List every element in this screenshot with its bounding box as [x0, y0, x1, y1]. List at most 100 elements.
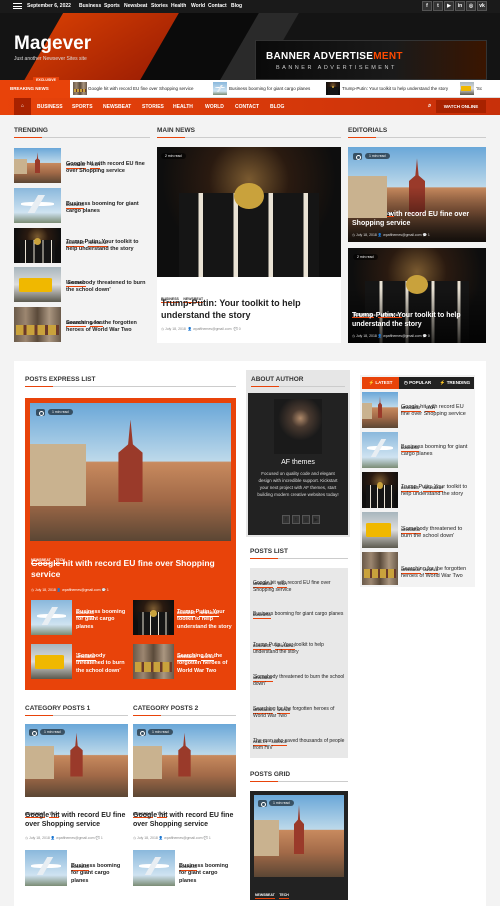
top-link-newsbeat[interactable]: Newsbeat	[124, 3, 147, 9]
express-image[interactable]	[30, 403, 231, 541]
post-author[interactable]: wpafthemes@gmail.com	[62, 588, 100, 592]
trending-thumb[interactable]	[14, 267, 61, 302]
top-link-sports[interactable]: Sports	[104, 3, 120, 9]
comment-count[interactable]: 0	[239, 327, 241, 331]
nav-item-contact[interactable]: CONTACT	[235, 104, 259, 110]
post-list-item[interactable]: The man who saved thousands of people fr…	[253, 738, 345, 752]
breaking-item[interactable]: 'Sc	[476, 86, 482, 91]
trending-item-title[interactable]: Business booming for giant cargo planes	[66, 201, 150, 216]
nav-item-business[interactable]: BUSINESS	[37, 104, 63, 110]
posts-grid-image[interactable]	[254, 795, 344, 877]
tab-list-title[interactable]: 'Somebody threatened to burn the school …	[401, 526, 473, 541]
express-thumb[interactable]	[133, 644, 174, 679]
author-avatar[interactable]	[274, 399, 322, 454]
post-author[interactable]: wpafthemes@gmail.com	[383, 233, 421, 237]
top-link-world[interactable]: World	[191, 3, 205, 9]
tab-list-thumb[interactable]	[362, 512, 398, 548]
tag[interactable]: NEWSBEAT	[255, 893, 275, 899]
tag[interactable]: TECH	[279, 893, 289, 899]
breaking-thumb[interactable]	[73, 82, 87, 95]
post-list-item[interactable]: 'Somebody threatened to burn the school …	[253, 674, 345, 688]
trending-item-title[interactable]: Searching for the forgotten heroes of Wo…	[66, 320, 150, 335]
nav-item-sports[interactable]: SPORTS	[72, 104, 93, 110]
post-author[interactable]: wpafthemes@gmail.com	[56, 836, 94, 840]
author-name[interactable]: AF themes	[248, 459, 348, 466]
express-thumb[interactable]	[31, 600, 72, 635]
editorial-card[interactable]: 2 min read BUSINESS NEWSBEAT Trump-Putin…	[348, 248, 486, 343]
home-icon[interactable]: ⌂	[14, 98, 31, 115]
instagram-icon[interactable]: ◎	[466, 1, 476, 11]
editorial-card[interactable]: 1 min read NEWSBEAT TECH Google hit with…	[348, 147, 486, 242]
tab-trending[interactable]: ⚡ TRENDING	[436, 377, 474, 389]
youtube-icon[interactable]: ▶	[444, 1, 454, 11]
breaking-thumb[interactable]	[460, 82, 474, 95]
breaking-item[interactable]: Google hit with record EU fine over Shop…	[88, 86, 194, 91]
tab-list-thumb[interactable]	[362, 472, 398, 508]
youtube-icon[interactable]: ▶	[312, 515, 320, 524]
nav-item-newsbeat[interactable]: NEWSBEAT	[103, 104, 131, 110]
editorial-title[interactable]: Google hit with record EU fine over Shop…	[352, 210, 482, 229]
trending-item-title[interactable]: Google hit with record EU fine over Shop…	[66, 161, 150, 176]
comment-count[interactable]: 1	[107, 588, 109, 592]
menu-icon[interactable]	[13, 3, 22, 9]
main-news-headline[interactable]: Trump-Putin: Your toolkit to help unders…	[161, 297, 331, 321]
breaking-thumb[interactable]	[326, 82, 340, 95]
post-author[interactable]: wpafthemes@gmail.com	[383, 334, 421, 338]
express-thumb[interactable]	[133, 600, 174, 635]
nav-item-blog[interactable]: BLOG	[270, 104, 284, 110]
banner-advertisement[interactable]: BANNER ADVERTISEMENT BANNER ADVERTISEMEN…	[255, 40, 487, 80]
trending-thumb[interactable]	[14, 148, 61, 183]
tab-list-title[interactable]: Google hit with record EU fine over Shop…	[401, 404, 473, 419]
category2-headline[interactable]: Google hit with record EU fine over Shop…	[133, 811, 236, 830]
search-icon[interactable]: ⌕	[428, 103, 431, 110]
express-item-title[interactable]: Searching for the forgotten heroes of Wo…	[177, 653, 233, 675]
category2-image[interactable]: 1 min read	[133, 724, 236, 797]
breaking-item[interactable]: Trump-Putin: Your toolkit to help unders…	[342, 86, 448, 91]
trending-item-title[interactable]: Trump-Putin: Your toolkit to help unders…	[66, 239, 150, 254]
trending-thumb[interactable]	[14, 307, 61, 342]
post-list-item[interactable]: Searching for the forgotten heroes of Wo…	[253, 706, 345, 720]
express-thumb[interactable]	[31, 644, 72, 679]
post-list-item[interactable]: Business booming for giant cargo planes	[253, 611, 345, 618]
nav-item-stories[interactable]: STORIES	[142, 104, 164, 110]
twitter-icon[interactable]: t	[292, 515, 300, 524]
comment-count[interactable]: 1	[209, 836, 211, 840]
tab-list-thumb[interactable]	[362, 552, 398, 585]
category2-thumb[interactable]	[133, 850, 175, 886]
tag[interactable]: NEWSBEAT	[352, 212, 376, 217]
nav-item-health[interactable]: HEALTH	[173, 104, 193, 110]
facebook-icon[interactable]: f	[282, 515, 290, 524]
vk-icon[interactable]: vk	[477, 1, 487, 11]
editorial-title[interactable]: Trump-Putin: Your toolkit to help unders…	[352, 311, 482, 330]
express-item-title[interactable]: 'Somebody threatened to burn the school …	[76, 653, 130, 675]
twitter-icon[interactable]: t	[433, 1, 443, 11]
top-link-health[interactable]: Health	[171, 3, 186, 9]
tab-list-thumb[interactable]	[362, 432, 398, 468]
comment-count[interactable]: 0	[428, 334, 430, 338]
category1-thumb[interactable]	[25, 850, 67, 886]
facebook-icon[interactable]: f	[422, 1, 432, 11]
nav-item-world[interactable]: WORLD	[205, 104, 224, 110]
site-logo[interactable]: Magever	[14, 33, 91, 55]
tab-list-title[interactable]: Trump-Putin: Your toolkit to help unders…	[401, 484, 473, 499]
instagram-icon[interactable]: ◎	[302, 515, 310, 524]
watch-online-button[interactable]: WATCH ONLINE	[436, 100, 486, 113]
post-list-item[interactable]: Google hit with record EU fine over Shop…	[253, 580, 345, 594]
top-link-stories[interactable]: Stories	[151, 3, 168, 9]
trending-item-title[interactable]: 'Somebody threatened to burn the school …	[66, 280, 150, 295]
breaking-thumb[interactable]	[213, 82, 227, 95]
tab-popular[interactable]: ◷ POPULAR	[399, 377, 436, 389]
breaking-item[interactable]: Business booming for giant cargo planes	[229, 86, 310, 91]
post-author[interactable]: wpafthemes@gmail.com	[193, 327, 231, 331]
tab-list-thumb[interactable]	[362, 392, 398, 428]
category1-headline[interactable]: Google hit with record EU fine over Shop…	[25, 811, 128, 830]
tab-latest[interactable]: ⚡ LATEST	[362, 377, 399, 389]
top-link-contact[interactable]: Contact	[208, 3, 227, 9]
post-author[interactable]: wpafthemes@gmail.com	[164, 836, 202, 840]
post-list-item[interactable]: Trump-Putin: Your toolkit to help unders…	[253, 642, 345, 656]
express-item-title[interactable]: Trump-Putin: Your toolkit to help unders…	[177, 609, 233, 631]
comment-count[interactable]: 1	[101, 836, 103, 840]
comment-count[interactable]: 1	[428, 233, 430, 237]
express-headline[interactable]: Google hit with record EU fine over Shop…	[31, 558, 231, 581]
tab-list-title[interactable]: Business booming for giant cargo planes	[401, 444, 473, 459]
